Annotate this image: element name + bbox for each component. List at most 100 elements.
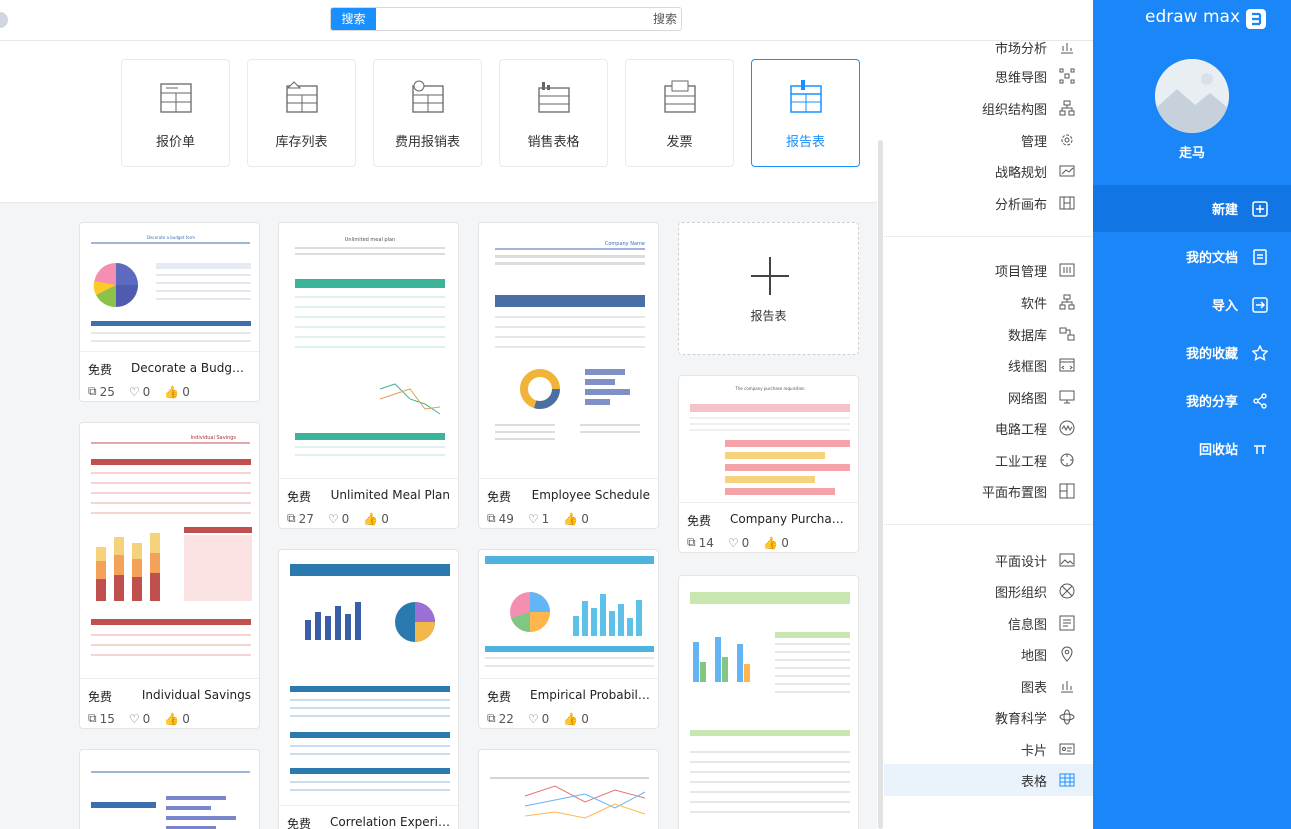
- menu-divider: [884, 524, 1093, 525]
- card-icon: [1059, 743, 1075, 755]
- thumb-up-icon: 👍: [763, 535, 779, 550]
- content-scrollbar-thumb[interactable]: [878, 140, 883, 829]
- menu-label: 教育科学: [994, 711, 1047, 727]
- quote-icon: [160, 83, 192, 113]
- menu-label: 网络图: [1007, 391, 1047, 407]
- menu-item-graphic-organizer[interactable]: 图形组织: [884, 575, 1093, 607]
- industrial-icon: [1060, 453, 1074, 467]
- atom-icon: [1059, 709, 1075, 725]
- menu-item-mindmap[interactable]: 思维导图: [884, 60, 1093, 92]
- document-icon: [1253, 248, 1267, 265]
- template-card[interactable]: [678, 575, 859, 829]
- copy-icon: ⧉: [487, 711, 496, 725]
- menu-item-floorplan[interactable]: 平面布置图: [884, 475, 1093, 507]
- menu-item-table[interactable]: 表格: [884, 764, 1093, 796]
- category-report[interactable]: 报告表: [751, 59, 860, 167]
- strategy-icon: [1059, 165, 1075, 177]
- menu-item-project[interactable]: 项目管理: [884, 254, 1093, 286]
- fav-count[interactable]: ♡ 0: [728, 535, 749, 550]
- heart-icon: ♡: [727, 535, 739, 550]
- category-quote[interactable]: 报价单: [121, 59, 230, 167]
- menu-item-card[interactable]: 卡片: [884, 733, 1093, 765]
- like-count[interactable]: 👍 0: [563, 511, 589, 526]
- template-card[interactable]: The company purchase requisition 免费 Compa…: [678, 375, 859, 553]
- menu-item-database[interactable]: 数据库: [884, 318, 1093, 350]
- template-card[interactable]: Company Name 免费 Employee Schedule ⧉ 49 ♡ 1 …: [478, 222, 659, 529]
- category-label: 发票: [666, 135, 693, 150]
- expense-icon: [412, 80, 444, 113]
- template-card[interactable]: 免费 Correlation Experim...: [278, 549, 459, 829]
- copy-count: ⧉ 14: [687, 535, 714, 550]
- sidebar-item-new[interactable]: 新建: [1093, 185, 1291, 232]
- menu-item-network[interactable]: 网络图: [884, 381, 1093, 413]
- svg-text:Company Name: Company Name: [605, 241, 645, 247]
- mindmap-icon: [1059, 68, 1075, 84]
- menu-item-industrial[interactable]: 工业工程: [884, 444, 1093, 476]
- menu-item-strategy[interactable]: 战略规划: [884, 155, 1093, 187]
- new-blank-card[interactable]: 报告表: [678, 222, 859, 355]
- category-expense[interactable]: 费用报销表: [373, 59, 482, 167]
- category-label: 报告表: [785, 135, 825, 150]
- template-thumbnail: [285, 556, 454, 804]
- new-blank-label: 报告表: [750, 309, 787, 323]
- menu-item-software[interactable]: 软件: [884, 286, 1093, 318]
- template-tag: 免费: [88, 363, 113, 377]
- category-sales[interactable]: 销售表格: [499, 59, 608, 167]
- sidebar-item-trash[interactable]: 回收站: [1093, 425, 1291, 472]
- menu-item-management[interactable]: 管理: [884, 124, 1093, 156]
- template-card[interactable]: Decorate a budget form 免费 Decorate a Budg…: [79, 222, 260, 402]
- search-input[interactable]: [381, 10, 677, 28]
- menu-item-graphic-design[interactable]: 平面设计: [884, 544, 1093, 576]
- copy-count: ⧉ 27: [287, 511, 314, 526]
- menu-label: 地图: [1020, 648, 1047, 664]
- thumb-up-icon: 👍: [164, 384, 180, 399]
- menu-item-wireframe[interactable]: 线框图: [884, 349, 1093, 381]
- menu-label: 表格: [1020, 774, 1047, 790]
- fav-count[interactable]: ♡ 0: [129, 384, 150, 399]
- template-card[interactable]: [79, 749, 260, 829]
- sidebar-item-label: 我的分享: [1185, 395, 1238, 410]
- fav-count[interactable]: ♡ 0: [528, 711, 549, 726]
- template-meta: 免费 Empirical Probability ⧉ 22 ♡ 0 👍 0: [479, 678, 658, 728]
- fav-count[interactable]: ♡ 0: [328, 511, 349, 526]
- menu-item-map[interactable]: 地图: [884, 638, 1093, 670]
- menu-item-education[interactable]: 教育科学: [884, 701, 1093, 733]
- copy-icon: ⧉: [88, 711, 97, 725]
- bar-chart-icon: [1061, 43, 1073, 54]
- menu-item-circuit[interactable]: 电路工程: [884, 412, 1093, 444]
- menu-item-canvas[interactable]: 分析画布: [884, 187, 1093, 219]
- template-card[interactable]: [478, 749, 659, 829]
- menu-item-infographic[interactable]: 信息图: [884, 607, 1093, 639]
- like-count[interactable]: 👍 0: [164, 384, 190, 399]
- template-card[interactable]: Unlimited meal plan 免费 Unlimited Meal Pla…: [278, 222, 459, 529]
- category-invoice[interactable]: 发票: [625, 59, 734, 167]
- sidebar-item-shares[interactable]: 我的分享: [1093, 377, 1291, 424]
- like-count[interactable]: 👍 0: [363, 511, 389, 526]
- avatar[interactable]: [1155, 59, 1229, 133]
- network-icon: [1059, 390, 1075, 404]
- menu-item-chart[interactable]: 图表: [884, 670, 1093, 702]
- template-card[interactable]: 免费 Empirical Probability ⧉ 22 ♡ 0 👍 0: [478, 549, 659, 729]
- copy-icon: ⧉: [687, 535, 696, 549]
- like-count[interactable]: 👍 0: [763, 535, 789, 550]
- menu-item-orgchart[interactable]: 组织结构图: [884, 92, 1093, 124]
- like-count[interactable]: 👍 0: [164, 711, 190, 726]
- sidebar-item-import[interactable]: 导入: [1093, 281, 1291, 328]
- category-inventory[interactable]: 库存列表: [247, 59, 356, 167]
- sidebar-item-favorites[interactable]: 我的收藏: [1093, 329, 1291, 376]
- menu-item-market[interactable]: 市场分析: [884, 31, 1093, 63]
- sidebar-item-my-docs[interactable]: 我的文档: [1093, 233, 1291, 280]
- template-thumbnail: [685, 582, 854, 829]
- search-button[interactable]: 搜索: [331, 8, 376, 30]
- copy-count: ⧉ 25: [88, 384, 115, 399]
- fav-count[interactable]: ♡ 1: [528, 511, 549, 526]
- main-sidebar: edraw max 走马 新建 我的文档 导入 我的收藏 我的分享 回收站: [1093, 0, 1291, 829]
- like-count[interactable]: 👍 0: [563, 711, 589, 726]
- gear-icon: [1061, 134, 1073, 146]
- template-title: Correlation Experim...: [330, 815, 450, 829]
- heart-icon: ♡: [128, 711, 140, 726]
- heart-icon: ♡: [327, 511, 339, 526]
- fav-count[interactable]: ♡ 0: [129, 711, 150, 726]
- star-icon: [1252, 344, 1268, 361]
- template-card[interactable]: Individual Savings 免费 Individual Savings …: [79, 422, 260, 729]
